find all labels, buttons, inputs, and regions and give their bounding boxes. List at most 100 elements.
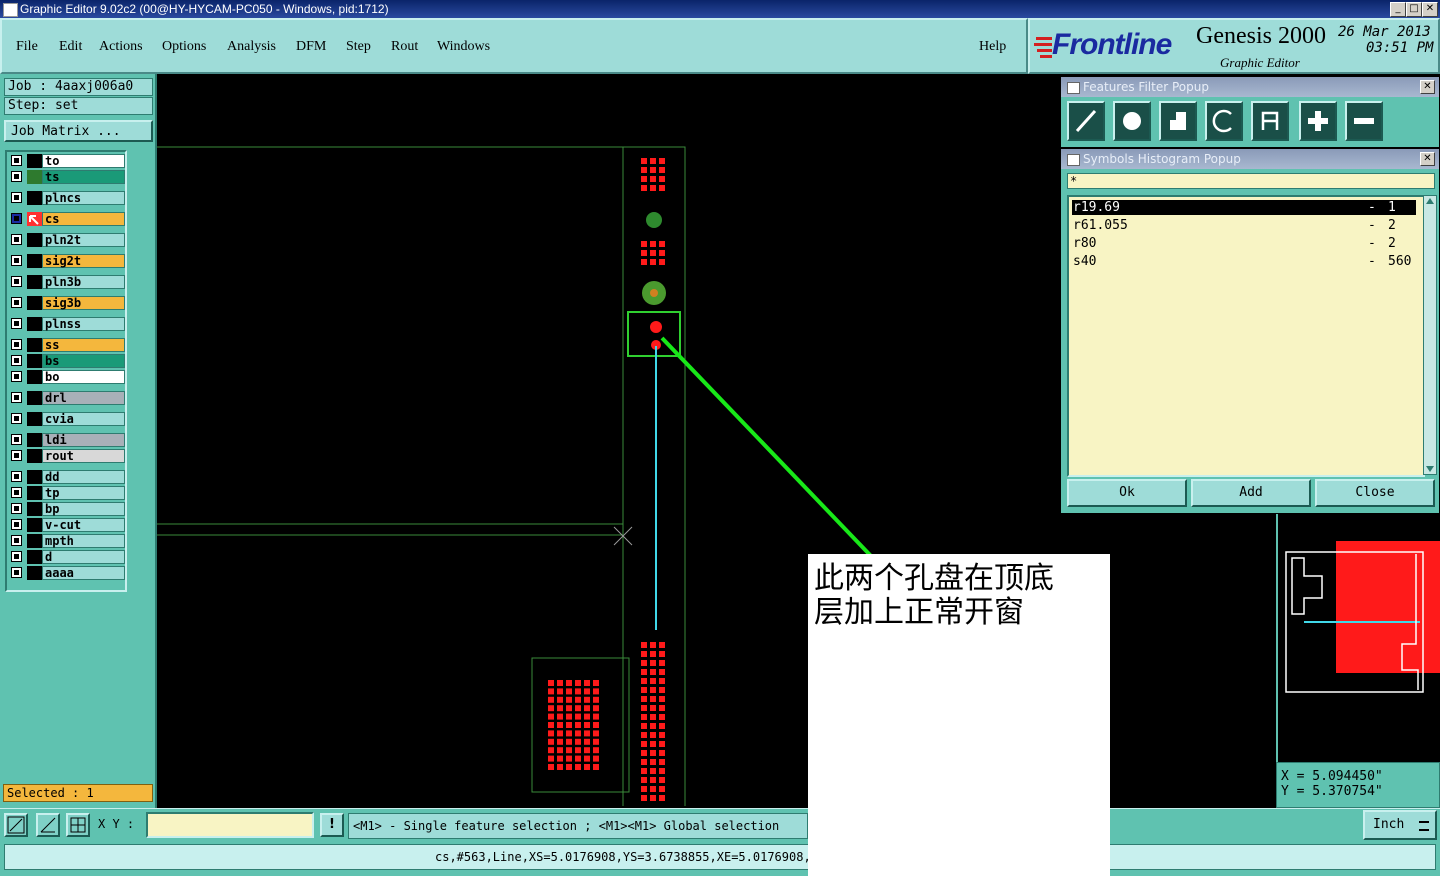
menu-step[interactable]: Step: [346, 39, 371, 55]
layer-checkbox[interactable]: [11, 213, 22, 224]
symbol-filter-input[interactable]: *: [1067, 173, 1435, 189]
add-button[interactable]: Add: [1191, 479, 1311, 507]
layer-checkbox[interactable]: [11, 567, 22, 578]
layer-checkbox[interactable]: [11, 392, 22, 403]
layer-name[interactable]: cs: [42, 212, 125, 226]
layer-color-swatch[interactable]: [27, 449, 42, 463]
symbol-row[interactable]: r19.69 -1: [1072, 200, 1416, 215]
layer-name[interactable]: rout: [42, 449, 125, 463]
layer-color-swatch[interactable]: [27, 566, 42, 580]
layer-color-swatch[interactable]: [27, 338, 42, 352]
menu-analysis[interactable]: Analysis: [227, 39, 276, 55]
layer-color-swatch[interactable]: [27, 534, 42, 548]
close-popup-button[interactable]: ✕: [1420, 152, 1435, 166]
close-popup-button[interactable]: ✕: [1420, 80, 1435, 94]
layer-checkbox[interactable]: [11, 413, 22, 424]
layer-row-bp[interactable]: bp: [9, 502, 125, 516]
layer-row-pln3b[interactable]: pln3b: [9, 275, 125, 289]
layer-name[interactable]: mpth: [42, 534, 125, 548]
measure-button[interactable]: [36, 813, 60, 837]
layer-checkbox[interactable]: [11, 535, 22, 546]
layer-color-swatch[interactable]: [27, 233, 42, 247]
layer-row-to[interactable]: to: [9, 154, 125, 168]
layer-checkbox[interactable]: [11, 276, 22, 287]
symbol-list-scrollbar[interactable]: [1423, 195, 1437, 475]
symbol-row[interactable]: r80 -2: [1072, 236, 1416, 251]
layer-color-swatch[interactable]: [27, 170, 42, 184]
layer-name[interactable]: drl: [42, 391, 125, 405]
layer-name[interactable]: cvia: [42, 412, 125, 426]
layer-checkbox[interactable]: [11, 450, 22, 461]
layer-color-swatch[interactable]: [27, 275, 42, 289]
layer-checkbox[interactable]: [11, 297, 22, 308]
layer-row-cs[interactable]: cs: [9, 212, 125, 226]
layer-checkbox[interactable]: [11, 487, 22, 498]
layer-color-swatch[interactable]: [27, 518, 42, 532]
menu-windows[interactable]: Windows: [437, 39, 490, 55]
layer-row-bs[interactable]: bs: [9, 354, 125, 368]
menu-dfm[interactable]: DFM: [296, 39, 326, 55]
layer-name[interactable]: pln2t: [42, 233, 125, 247]
menu-actions[interactable]: Actions: [99, 39, 143, 55]
layer-checkbox[interactable]: [11, 255, 22, 266]
layer-color-swatch[interactable]: [27, 370, 42, 384]
layer-row-ss[interactable]: ss: [9, 338, 125, 352]
work-layer-arrow-icon[interactable]: [27, 212, 42, 226]
layer-checkbox[interactable]: [11, 551, 22, 562]
unit-selector[interactable]: Inch: [1363, 810, 1437, 840]
layer-color-swatch[interactable]: [27, 391, 42, 405]
layer-row-plncs[interactable]: plncs: [9, 191, 125, 205]
job-matrix-button[interactable]: Job Matrix ...: [4, 120, 153, 142]
layer-name[interactable]: sig3b: [42, 296, 125, 310]
layer-color-swatch[interactable]: [27, 470, 42, 484]
layer-checkbox[interactable]: [11, 171, 22, 182]
layer-name[interactable]: bp: [42, 502, 125, 516]
zoom-fit-button[interactable]: [4, 813, 28, 837]
layer-name[interactable]: bo: [42, 370, 125, 384]
layer-name[interactable]: dd: [42, 470, 125, 484]
symbol-row[interactable]: s40 -560: [1072, 254, 1416, 269]
layer-name[interactable]: ts: [42, 170, 125, 184]
line-filter-button[interactable]: [1067, 101, 1105, 141]
ok-button[interactable]: Ok: [1067, 479, 1187, 507]
layer-checkbox[interactable]: [11, 503, 22, 514]
symbol-row[interactable]: r61.055 -2: [1072, 218, 1416, 233]
close-button[interactable]: Close: [1315, 479, 1435, 507]
layer-checkbox[interactable]: [11, 471, 22, 482]
layer-checkbox[interactable]: [11, 234, 22, 245]
layer-color-swatch[interactable]: [27, 550, 42, 564]
layer-checkbox[interactable]: [11, 434, 22, 445]
text-filter-button[interactable]: [1251, 101, 1289, 141]
layer-row-tp[interactable]: tp: [9, 486, 125, 500]
layer-checkbox[interactable]: [11, 371, 22, 382]
layer-name[interactable]: plncs: [42, 191, 125, 205]
layer-color-swatch[interactable]: [27, 502, 42, 516]
layer-name[interactable]: to: [42, 154, 125, 168]
layer-name[interactable]: d: [42, 550, 125, 564]
layer-color-swatch[interactable]: [27, 317, 42, 331]
grid-snap-button[interactable]: [66, 813, 90, 837]
menu-file[interactable]: File: [16, 39, 38, 55]
layer-color-swatch[interactable]: [27, 296, 42, 310]
layer-name[interactable]: tp: [42, 486, 125, 500]
layer-color-swatch[interactable]: [27, 254, 42, 268]
layer-color-swatch[interactable]: [27, 191, 42, 205]
layer-color-swatch[interactable]: [27, 412, 42, 426]
layer-row-v-cut[interactable]: v-cut: [9, 518, 125, 532]
layer-row-aaaa[interactable]: aaaa: [9, 566, 125, 580]
maximize-button[interactable]: □: [1406, 2, 1422, 17]
layer-name[interactable]: v-cut: [42, 518, 125, 532]
layer-row-bo[interactable]: bo: [9, 370, 125, 384]
layer-row-sig2t[interactable]: sig2t: [9, 254, 125, 268]
pad-filter-button[interactable]: [1113, 101, 1151, 141]
layer-row-mpth[interactable]: mpth: [9, 534, 125, 548]
layer-row-plnss[interactable]: plnss: [9, 317, 125, 331]
overview-map[interactable]: [1276, 514, 1440, 762]
layer-name[interactable]: aaaa: [42, 566, 125, 580]
xy-input[interactable]: [146, 812, 314, 838]
layer-name[interactable]: ss: [42, 338, 125, 352]
layer-row-ldi[interactable]: ldi: [9, 433, 125, 447]
layer-checkbox[interactable]: [11, 519, 22, 530]
menu-help[interactable]: Help: [979, 39, 1006, 55]
layer-row-sig3b[interactable]: sig3b: [9, 296, 125, 310]
